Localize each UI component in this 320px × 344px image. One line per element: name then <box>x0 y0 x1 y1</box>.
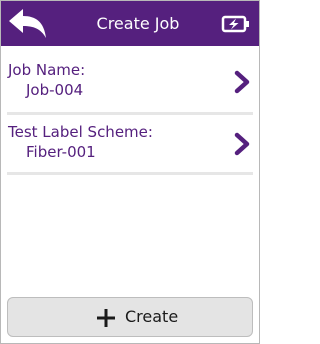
create-button[interactable]: Create <box>7 297 253 337</box>
row-divider <box>7 172 253 175</box>
job-name-label: Job Name: <box>8 61 86 79</box>
create-job-screen: Create Job Job Name: Job-004 Test Label … <box>0 0 260 344</box>
plus-icon <box>97 309 115 327</box>
header-bar: Create Job <box>1 1 259 46</box>
chevron-right-icon <box>234 70 250 94</box>
back-button[interactable] <box>5 5 51 42</box>
test-label-scheme-label: Test Label Scheme: <box>8 123 153 141</box>
chevron-right-icon <box>234 132 250 156</box>
battery-status <box>221 15 251 33</box>
job-name-value: Job-004 <box>26 81 84 99</box>
test-label-scheme-row[interactable]: Test Label Scheme: Fiber-001 <box>1 117 259 173</box>
job-name-row[interactable]: Job Name: Job-004 <box>1 55 259 111</box>
page-title: Create Job <box>96 14 180 33</box>
back-arrow-icon <box>9 9 46 38</box>
row-divider <box>7 112 253 115</box>
test-label-scheme-value: Fiber-001 <box>26 143 96 161</box>
create-button-label: Create <box>125 307 179 326</box>
battery-charging-icon <box>221 15 249 33</box>
